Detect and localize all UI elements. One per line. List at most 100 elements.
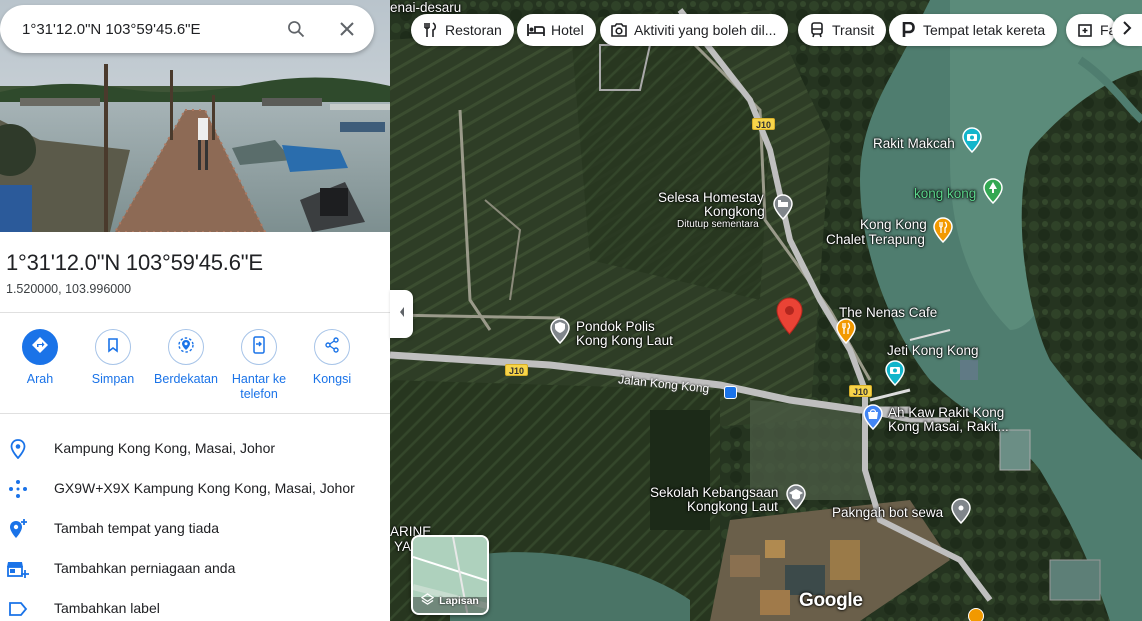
- chip-restaurants-label: Restoran: [445, 22, 502, 38]
- parking-icon: [899, 21, 917, 39]
- location-pin-icon: [6, 437, 30, 461]
- map-label-polis-1[interactable]: Pondok Polis: [576, 319, 655, 334]
- chip-hotels-label: Hotel: [551, 22, 584, 38]
- dropped-pin-marker[interactable]: [776, 297, 803, 335]
- map-label-road-top: enai-desaru: [390, 0, 462, 15]
- chip-transit-label: Transit: [832, 22, 875, 38]
- school-pin[interactable]: [786, 484, 806, 511]
- map-label-sekolah-2[interactable]: Kongkong Laut: [687, 499, 778, 514]
- map-label-chalet-2[interactable]: Chalet Terapung: [826, 232, 925, 247]
- map-label-ahkaw-2[interactable]: Kong Masai, Rakit...: [888, 419, 1009, 434]
- plus-code-text: GX9W+X9X Kampung Kong Kong, Masai, Johor: [54, 480, 355, 496]
- map-label-rakit-makcah[interactable]: Rakit Makcah: [873, 136, 955, 151]
- close-icon[interactable]: [335, 17, 359, 41]
- partial-pin: [968, 608, 984, 621]
- chip-hotels[interactable]: Hotel: [517, 14, 596, 46]
- nearby-button[interactable]: Berdekatan: [148, 329, 224, 387]
- directions-button[interactable]: Arah: [2, 329, 78, 387]
- address-text: Kampung Kong Kong, Masai, Johor: [54, 440, 276, 456]
- map-label-nenas-cafe[interactable]: The Nenas Cafe: [839, 305, 937, 320]
- boat-pin-pakngah[interactable]: [951, 498, 971, 525]
- chip-things-to-do-label: Aktiviti yang boleh dil...: [634, 22, 777, 38]
- send-to-phone-icon: [251, 335, 267, 359]
- chips-next-button[interactable]: [1112, 14, 1142, 46]
- add-business-row[interactable]: Tambahkan perniagaan anda: [0, 549, 390, 589]
- save-button[interactable]: Simpan: [75, 329, 151, 387]
- map-label-polis-2[interactable]: Kong Kong Laut: [576, 333, 673, 348]
- map-label-marine-2: YA: [394, 539, 412, 554]
- hotel-pin-selesa[interactable]: [773, 194, 793, 221]
- road-shield-j10: J10: [752, 118, 776, 130]
- search-icon[interactable]: [284, 17, 308, 41]
- attraction-pin-rakit-makcah[interactable]: [962, 127, 982, 154]
- chip-things-to-do[interactable]: Aktiviti yang boleh dil...: [600, 14, 789, 46]
- road-shield-j10: J10: [505, 364, 529, 376]
- add-label-row[interactable]: Tambahkan label: [0, 589, 390, 621]
- food-pin-nenas-cafe[interactable]: [836, 318, 856, 345]
- map-label-selesa-2[interactable]: Kongkong: [704, 204, 765, 219]
- attraction-pin-jeti[interactable]: [885, 360, 905, 387]
- search-input[interactable]: [22, 17, 272, 41]
- place-decimal-coordinates: 1.520000, 103.996000: [6, 282, 132, 296]
- park-pin-kong-kong[interactable]: [983, 178, 1003, 205]
- layers-button[interactable]: Lapisan: [411, 535, 489, 615]
- map-label-chalet-1[interactable]: Kong Kong: [860, 217, 927, 232]
- send-to-phone-button[interactable]: Hantar ke telefon: [221, 329, 297, 402]
- map-label-pakngah[interactable]: Pakngah bot sewa: [832, 505, 943, 520]
- food-pin-chalet[interactable]: [933, 217, 953, 244]
- save-label: Simpan: [91, 372, 135, 386]
- label-icon: [6, 597, 30, 621]
- add-missing-place-row[interactable]: Tambah tempat yang tiada: [0, 509, 390, 549]
- add-place-icon: [6, 517, 30, 541]
- bookmark-icon: [105, 337, 121, 358]
- chip-restaurants[interactable]: Restoran: [411, 14, 514, 46]
- add-business-icon: [6, 557, 30, 581]
- add-missing-place-text: Tambah tempat yang tiada: [54, 520, 219, 536]
- map-label-kong-kong[interactable]: kong kong: [914, 186, 976, 201]
- map-label-selesa-status: Ditutup sementara: [677, 219, 759, 230]
- layers-icon: [420, 593, 435, 609]
- bus-stop-icon[interactable]: [724, 386, 737, 399]
- map-label-selesa-1[interactable]: Selesa Homestay: [658, 190, 764, 205]
- send-to-phone-label: Hantar ke telefon: [231, 372, 287, 401]
- shopping-pin-ah-kaw[interactable]: [863, 404, 883, 431]
- satellite-imagery: [390, 0, 1142, 621]
- add-business-text: Tambahkan perniagaan anda: [54, 560, 236, 576]
- map-label-jeti[interactable]: Jeti Kong Kong: [887, 343, 979, 358]
- directions-icon: [30, 335, 50, 360]
- place-title: 1°31'12.0"N 103°59'45.6"E: [6, 250, 263, 275]
- nearby-label: Berdekatan: [154, 372, 218, 386]
- layers-label-row: Lapisan: [413, 593, 487, 609]
- search-box: [0, 5, 374, 53]
- camera-icon: [610, 21, 628, 39]
- restaurant-icon: [421, 21, 439, 39]
- google-logo: Google: [799, 590, 863, 611]
- transit-icon: [808, 21, 826, 39]
- add-label-text: Tambahkan label: [54, 600, 160, 616]
- chip-parking[interactable]: Tempat letak kereta: [889, 14, 1058, 46]
- share-icon: [324, 336, 340, 358]
- place-panel: 1°31'12.0"N 103°59'45.6"E 1.520000, 103.…: [0, 0, 390, 621]
- plus-code-icon: [6, 477, 30, 501]
- chip-parking-label: Tempat letak kereta: [923, 22, 1046, 38]
- police-pin[interactable]: [550, 318, 570, 345]
- share-label: Kongsi: [312, 372, 352, 386]
- map-label-sekolah-1[interactable]: Sekolah Kebangsaan: [650, 485, 778, 500]
- chip-transit[interactable]: Transit: [798, 14, 887, 46]
- collapse-panel-button[interactable]: [390, 290, 413, 338]
- address-row[interactable]: Kampung Kong Kong, Masai, Johor: [0, 429, 390, 469]
- pharmacy-icon: [1076, 21, 1094, 39]
- divider: [0, 413, 390, 414]
- road-shield-j10: J10: [849, 385, 873, 397]
- divider: [0, 312, 390, 313]
- chip-pharmacy[interactable]: Fa: [1066, 14, 1117, 46]
- chevron-left-icon: [398, 305, 406, 323]
- map-canvas[interactable]: enai-desaru Rakit Makcah kong kong Seles…: [390, 0, 1142, 621]
- nearby-icon: [177, 336, 195, 359]
- chevron-right-icon: [1122, 20, 1132, 40]
- share-button[interactable]: Kongsi: [294, 329, 370, 387]
- directions-label: Arah: [26, 372, 54, 386]
- hotel-icon: [527, 21, 545, 39]
- plus-code-row[interactable]: GX9W+X9X Kampung Kong Kong, Masai, Johor: [0, 469, 390, 509]
- map-label-ahkaw-1[interactable]: Ah Kaw Rakit Kong: [888, 405, 1004, 420]
